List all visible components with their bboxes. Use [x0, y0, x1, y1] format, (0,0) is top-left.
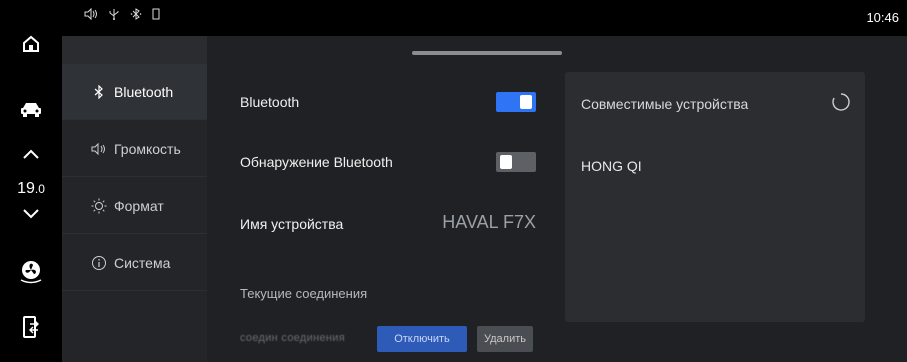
discovery-toggle[interactable] [496, 152, 536, 172]
temperature-display: 19.0 [0, 180, 62, 198]
home-icon [23, 35, 39, 52]
compatible-devices-card: Совместимые устройства HONG QI [565, 72, 865, 322]
phone-button[interactable] [0, 316, 62, 338]
status-bar: 10:46 [62, 0, 907, 30]
volume-icon [90, 140, 108, 158]
connection-name: соедин соединения [240, 332, 345, 344]
phone-transfer-icon [23, 316, 39, 338]
usb-icon [108, 8, 120, 23]
fan-icon [20, 261, 42, 284]
home-button[interactable] [0, 34, 62, 54]
nav-item-format[interactable]: Формат [62, 178, 207, 234]
loading-spinner-icon [831, 92, 851, 117]
device-name-label: Имя устройства [240, 216, 344, 232]
current-connections-title: Текущие соединения [240, 286, 368, 301]
temperature-decimal: .0 [34, 182, 45, 196]
bluetooth-icon [130, 8, 142, 23]
bluetooth-settings: Bluetooth Обнаружение Bluetooth Имя устр… [240, 36, 540, 362]
nav-item-label: Формат [114, 197, 164, 214]
chevron-down-icon [23, 209, 39, 219]
discovery-toggle-label: Обнаружение Bluetooth [240, 154, 393, 170]
toggle-knob [500, 155, 512, 169]
temp-down-button[interactable] [0, 208, 62, 220]
volume-icon [84, 7, 98, 23]
toggle-knob [520, 95, 532, 109]
sun-icon [90, 197, 108, 215]
nav-item-bluetooth[interactable]: Bluetooth [62, 64, 207, 120]
clock: 10:46 [866, 10, 899, 25]
device-list-item[interactable]: HONG QI [581, 158, 642, 174]
temperature-main: 19 [17, 180, 35, 197]
bluetooth-toggle[interactable] [496, 92, 536, 112]
discovery-toggle-row: Обнаружение Bluetooth [240, 142, 536, 182]
settings-nav: Bluetooth Громкость Формат Система [62, 36, 207, 362]
nav-item-system[interactable]: Система [62, 235, 207, 291]
settings-panel: Bluetooth Громкость Формат Система Bluet… [62, 36, 907, 362]
status-icons [84, 7, 160, 23]
bluetooth-icon [90, 83, 108, 101]
car-icon [21, 103, 41, 117]
left-rail: 19.0 [0, 0, 62, 362]
info-icon [90, 254, 108, 272]
nav-item-label: Bluetooth [114, 83, 174, 100]
fan-button[interactable] [0, 258, 62, 284]
nav-top-strip [62, 36, 207, 64]
nav-item-volume[interactable]: Громкость [62, 121, 207, 177]
compatible-devices-title: Совместимые устройства [581, 96, 749, 112]
device-name-value: HAVAL F7X [442, 212, 536, 232]
nav-item-label: Громкость [114, 140, 181, 157]
bluetooth-toggle-label: Bluetooth [240, 94, 300, 110]
connection-row: соедин соединения Отключить Удалить [240, 326, 540, 354]
bluetooth-toggle-row: Bluetooth [240, 82, 536, 122]
device-name-row[interactable]: Имя устройства HAVAL F7X [240, 204, 536, 244]
disconnect-button[interactable]: Отключить [377, 326, 467, 352]
temp-up-button[interactable] [0, 148, 62, 160]
delete-button[interactable]: Удалить [477, 326, 533, 352]
car-button[interactable] [0, 100, 62, 118]
chevron-up-icon [23, 149, 39, 159]
nav-item-label: Система [114, 254, 171, 271]
battery-icon [152, 8, 160, 23]
